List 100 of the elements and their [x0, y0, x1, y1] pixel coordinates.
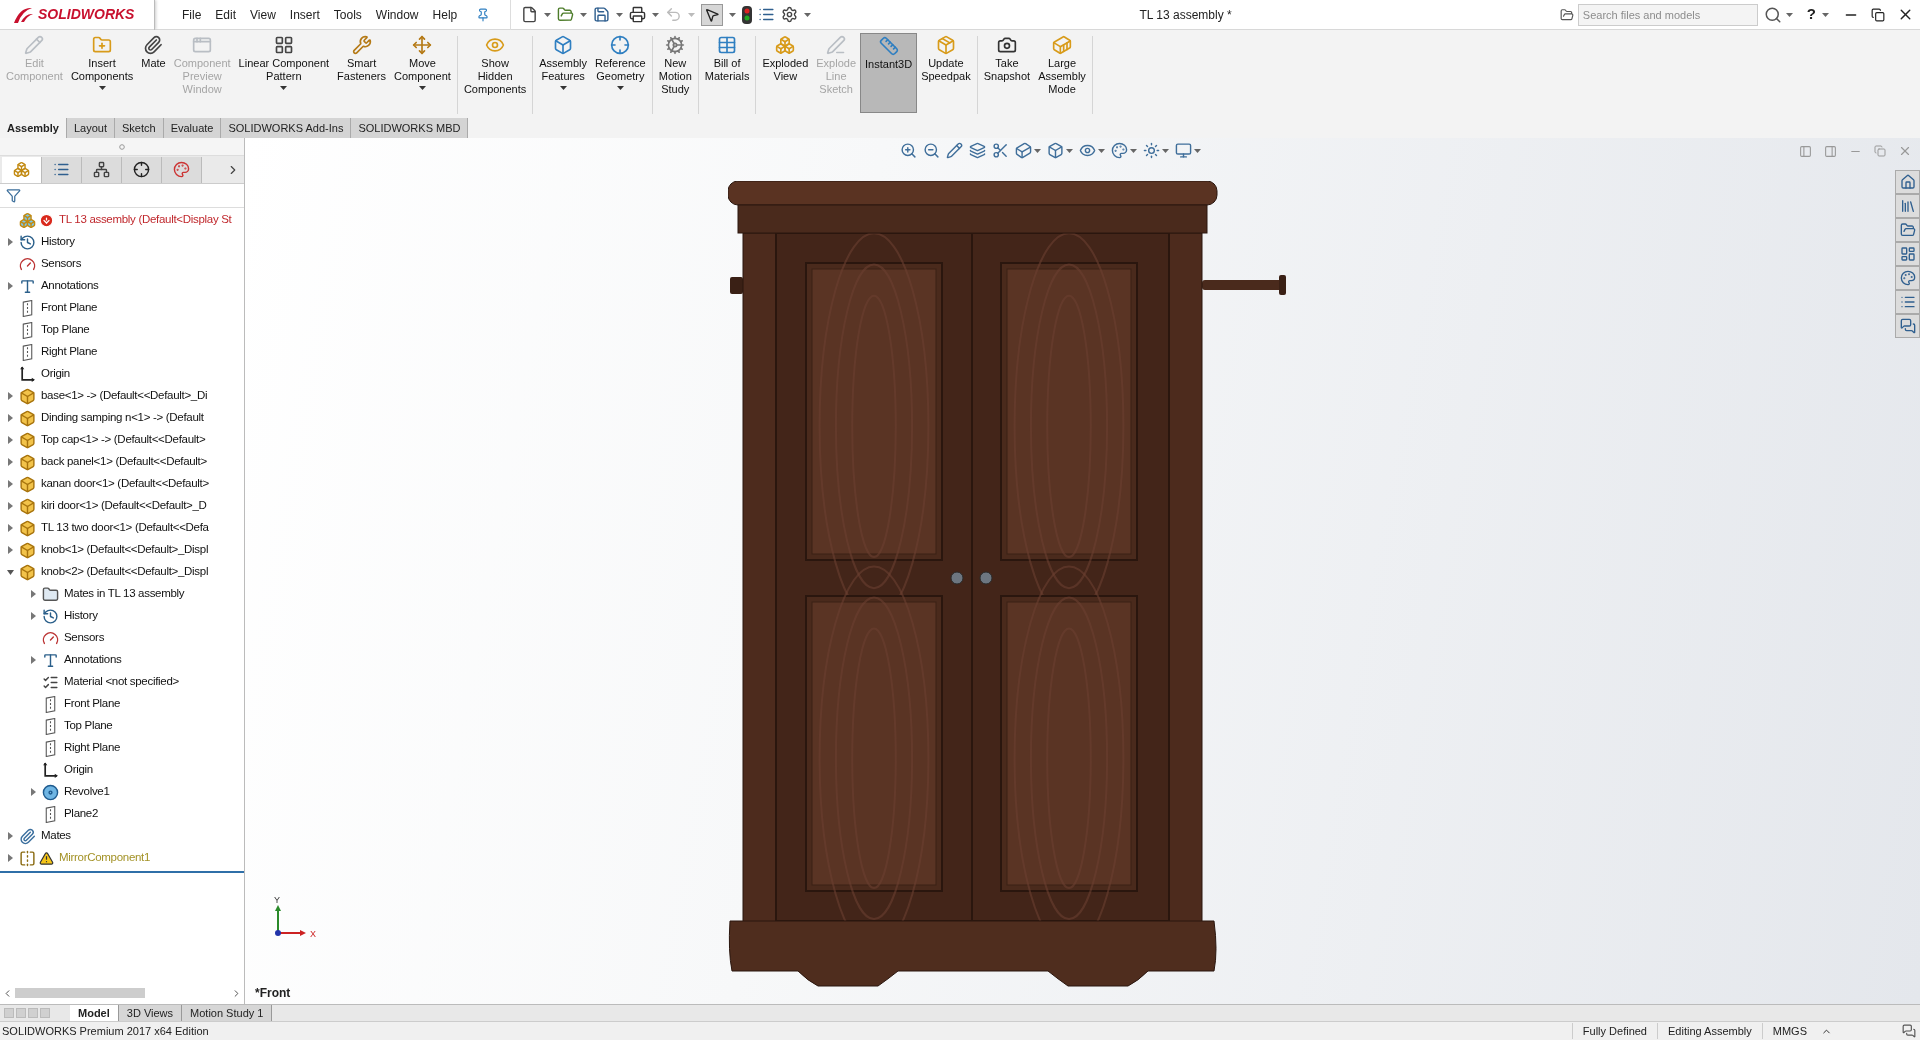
caret-icon[interactable] — [6, 832, 14, 840]
model-tab[interactable]: Motion Study 1 — [182, 1004, 273, 1022]
folder-open-icon[interactable] — [557, 6, 575, 23]
dropdown-caret-icon[interactable] — [418, 86, 426, 90]
tree-item[interactable]: Front Plane — [0, 693, 244, 715]
menu-item[interactable]: Help — [425, 5, 465, 24]
tree-item[interactable]: Plane2 — [0, 803, 244, 825]
caret-icon[interactable] — [6, 524, 14, 532]
tree-item[interactable]: Origin — [0, 363, 244, 385]
search-icon[interactable] — [1763, 5, 1782, 24]
ribbon-button[interactable]: New Motion Study — [654, 33, 696, 113]
task-pane-tab[interactable] — [1895, 266, 1920, 290]
tree-item[interactable]: back panel<1> (Default<<Default> — [0, 451, 244, 473]
search-field[interactable]: Search files and models — [1577, 3, 1758, 26]
tree-item[interactable]: History — [0, 231, 244, 253]
tree-item[interactable]: Annotations — [0, 649, 244, 671]
tree-item[interactable]: Front Plane — [0, 297, 244, 319]
menu-item[interactable]: Insert — [282, 5, 327, 24]
dropdown-caret-icon[interactable] — [1098, 148, 1105, 153]
settings-icon[interactable] — [781, 6, 799, 23]
tree-item[interactable]: Top Plane — [0, 715, 244, 737]
menu-item[interactable]: Tools — [326, 5, 369, 24]
task-pane-tab[interactable] — [1895, 290, 1920, 314]
traffic-light-icon[interactable] — [742, 5, 753, 24]
tree-item[interactable]: TL 13 two door<1> (Default<<Defa — [0, 517, 244, 539]
sun-icon[interactable] — [1143, 142, 1160, 159]
tree-item[interactable]: Right Plane — [0, 341, 244, 363]
model-tab[interactable]: Model — [70, 1004, 119, 1022]
help-button[interactable]: ? — [1806, 3, 1816, 26]
list-icon[interactable] — [758, 6, 776, 23]
ribbon-button[interactable]: Bill of Materials — [700, 33, 754, 113]
new-file-icon[interactable] — [521, 6, 539, 23]
dropdown-caret-icon[interactable] — [1034, 148, 1041, 153]
layers-icon[interactable] — [969, 142, 986, 159]
command-tab[interactable]: SOLIDWORKS Add-Ins — [221, 118, 352, 138]
ribbon-button[interactable]: Exploded View — [758, 33, 813, 113]
caret-icon[interactable] — [6, 480, 14, 488]
task-pane-tab[interactable] — [1895, 218, 1920, 242]
caret-icon[interactable] — [6, 458, 14, 466]
caret-icon[interactable] — [6, 392, 14, 400]
print-icon[interactable] — [629, 6, 647, 23]
caret-icon[interactable] — [29, 612, 37, 620]
menu-item[interactable]: Window — [368, 5, 426, 24]
dropdown-caret-icon[interactable] — [652, 12, 660, 17]
tree-item[interactable]: knob<2> (Default<<Default>_Displ — [0, 561, 244, 583]
caret-icon[interactable] — [6, 546, 14, 554]
caret-icon[interactable] — [6, 568, 14, 576]
task-pane-tab[interactable] — [1895, 194, 1920, 218]
menu-item[interactable]: File — [175, 5, 209, 24]
ribbon-button[interactable]: Large Assembly Mode — [1034, 33, 1090, 113]
ribbon-button[interactable]: Take Snapshot — [979, 33, 1035, 113]
caret-icon[interactable] — [6, 436, 14, 444]
pin-icon[interactable] — [476, 7, 491, 22]
caret-icon[interactable] — [29, 656, 37, 664]
dropdown-caret-icon[interactable] — [616, 12, 624, 17]
tree-item[interactable]: Sensors — [0, 253, 244, 275]
ribbon-button[interactable]: Linear Component Pattern — [234, 33, 334, 113]
menu-item[interactable]: View — [243, 5, 283, 24]
tree-item[interactable]: Top cap<1> -> (Default<<Default> — [0, 429, 244, 451]
command-tab[interactable]: Layout — [67, 118, 115, 138]
tree-item[interactable]: kanan door<1> (Default<<Default> — [0, 473, 244, 495]
chat-icon[interactable] — [1902, 1024, 1916, 1038]
tree-item[interactable]: Right Plane — [0, 737, 244, 759]
caret-icon[interactable] — [6, 414, 14, 422]
task-pane-tab[interactable] — [1895, 170, 1920, 194]
select-button[interactable] — [701, 3, 724, 26]
dropdown-caret-icon[interactable] — [1130, 148, 1137, 153]
ribbon-button[interactable]: Update Speedpak — [917, 33, 975, 113]
dropdown-caret-icon[interactable] — [729, 12, 737, 17]
caret-icon[interactable] — [29, 590, 37, 598]
ribbon-button[interactable]: Show Hidden Components — [459, 33, 531, 113]
dropdown-caret-icon[interactable] — [98, 86, 106, 90]
monitor-icon[interactable] — [1175, 142, 1192, 159]
caret-icon[interactable] — [6, 854, 14, 862]
box-icon[interactable] — [1047, 142, 1064, 159]
ribbon-button[interactable]: Smart Fasteners — [333, 33, 391, 113]
logo[interactable]: SOLIDWORKS — [0, 0, 155, 30]
dropdown-caret-icon[interactable] — [1785, 12, 1793, 17]
zoom-out-icon[interactable] — [923, 142, 940, 159]
tree-item[interactable]: Top Plane — [0, 319, 244, 341]
ribbon-button[interactable]: Move Component — [390, 33, 455, 113]
panel-tab[interactable] — [82, 156, 122, 183]
tree-item[interactable]: Mates — [0, 825, 244, 847]
cube-icon[interactable] — [1015, 142, 1032, 159]
ribbon-button[interactable]: Assembly Features — [535, 33, 591, 113]
tree-item[interactable]: base<1> -> (Default<<Default>_Di — [0, 385, 244, 407]
tree-item[interactable]: History — [0, 605, 244, 627]
task-pane-tab[interactable] — [1895, 242, 1920, 266]
tree-item[interactable]: Sensors — [0, 627, 244, 649]
dropdown-caret-icon[interactable] — [280, 86, 288, 90]
dropdown-caret-icon[interactable] — [559, 86, 567, 90]
tree-item[interactable]: TL 13 assembly (Default<Display St — [0, 209, 244, 231]
pencil-icon[interactable] — [946, 142, 963, 159]
ribbon-button[interactable]: Mate — [137, 33, 170, 113]
dropdown-caret-icon[interactable] — [1822, 12, 1829, 17]
tree-item[interactable]: knob<1> (Default<<Default>_Displ — [0, 539, 244, 561]
tree-item[interactable]: Revolve1 — [0, 781, 244, 803]
command-tab[interactable]: Sketch — [115, 118, 164, 138]
caret-icon[interactable] — [6, 282, 14, 290]
caret-icon[interactable] — [6, 502, 14, 510]
